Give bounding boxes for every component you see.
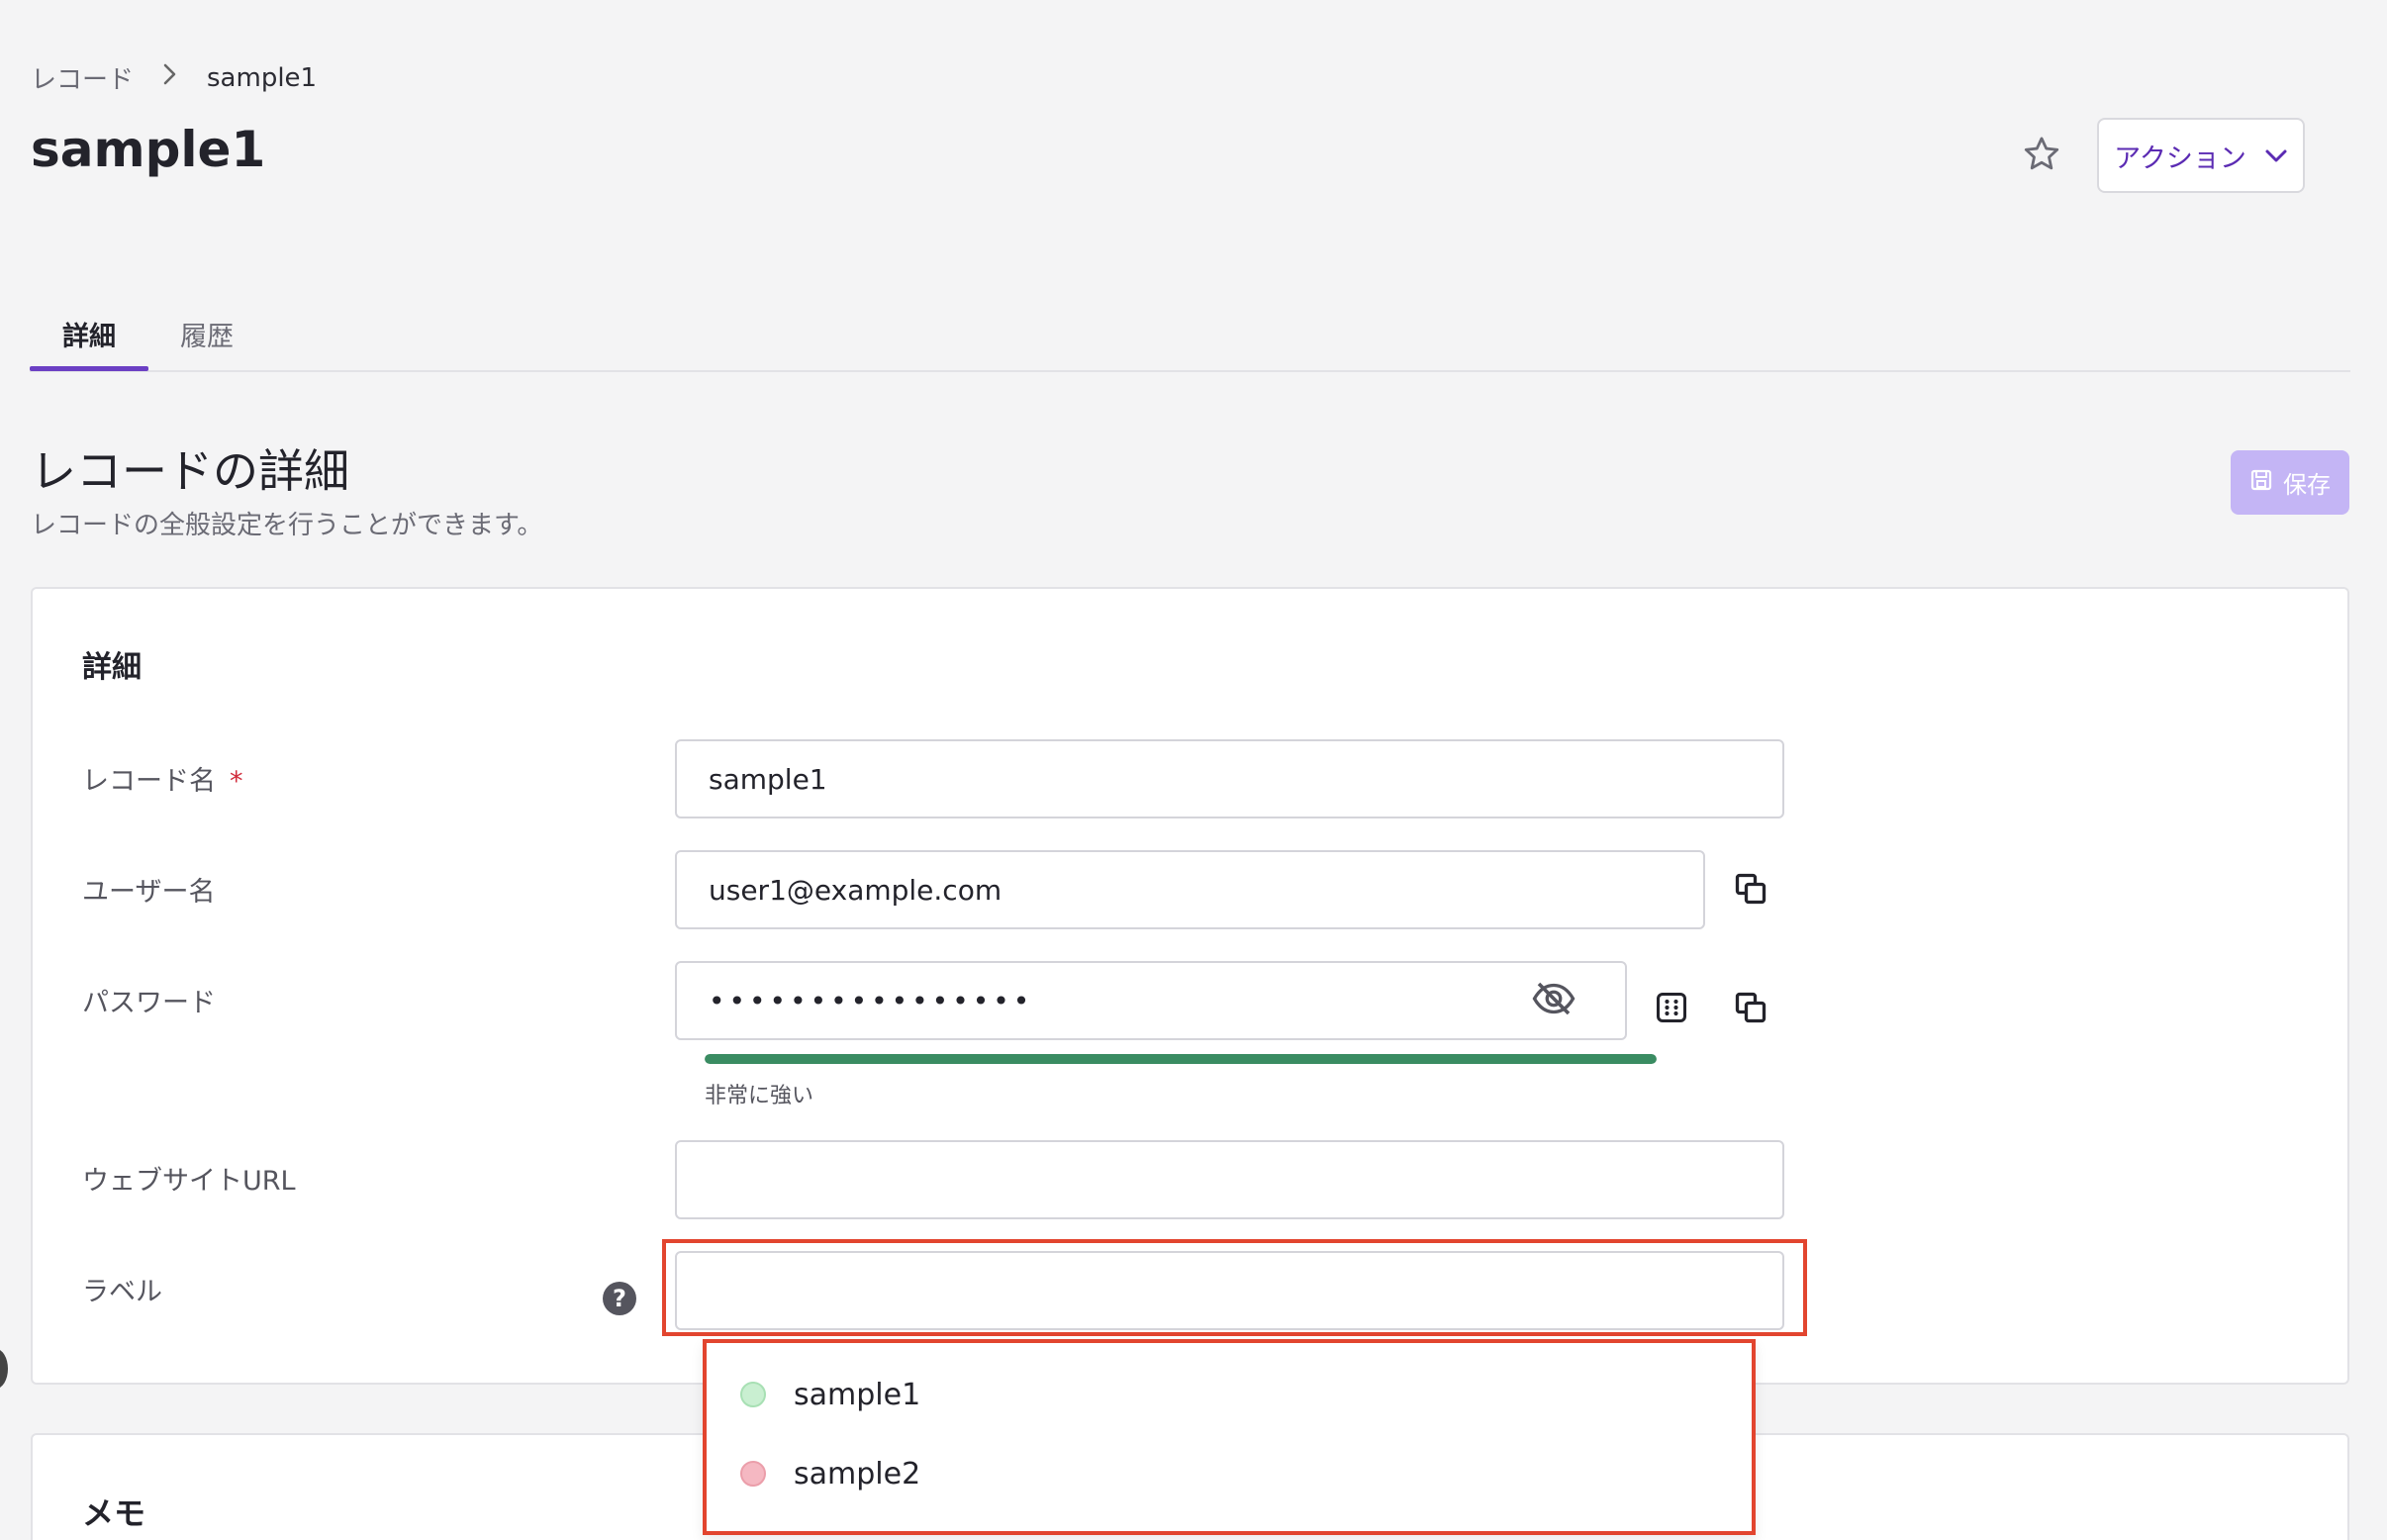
username-label: ユーザー名	[82, 877, 216, 908]
copy-icon	[1733, 871, 1768, 911]
tab-history[interactable]: 履歴	[180, 315, 234, 353]
website-url-label: ウェブサイトURL	[82, 1166, 296, 1197]
label-color-dot	[740, 1461, 766, 1487]
toggle-password-visibility-button[interactable]	[1528, 979, 1579, 1022]
action-menu-label: アクション	[2114, 143, 2246, 174]
copy-icon	[1733, 990, 1768, 1029]
label-color-dot	[740, 1382, 766, 1407]
generate-password-button[interactable]	[1650, 988, 1693, 1031]
label-dropdown-menu: sample1 sample2	[703, 1339, 1756, 1535]
record-name-label: レコード名 *	[82, 759, 243, 798]
dice-grid-icon	[1654, 990, 1689, 1029]
tab-details[interactable]: 詳細	[30, 315, 148, 371]
required-mark: *	[230, 766, 243, 797]
page-title: sample1	[31, 121, 266, 178]
save-button-label: 保存	[2283, 471, 2331, 499]
label-input-highlight	[662, 1239, 1807, 1336]
password-strength-fill	[705, 1054, 1657, 1064]
memo-card-heading: メモ	[82, 1494, 146, 1532]
section-description: レコードの全般設定を行うことができます。	[31, 511, 543, 540]
tab-bar: 詳細 履歴	[30, 297, 2350, 372]
website-url-input[interactable]	[675, 1140, 1784, 1219]
username-value: user1@example.com	[709, 873, 1003, 907]
copy-password-button[interactable]	[1729, 988, 1772, 1031]
action-menu-button[interactable]: アクション	[2097, 118, 2305, 193]
password-input[interactable]: ••••••••••••••••	[675, 961, 1627, 1040]
favorite-star-button[interactable]	[2019, 134, 2064, 179]
chevron-right-icon	[161, 62, 179, 93]
eye-off-icon	[1531, 981, 1576, 1020]
password-strength-bar	[705, 1054, 1657, 1064]
record-name-input[interactable]: sample1	[675, 739, 1784, 818]
copy-username-button[interactable]	[1729, 869, 1772, 913]
record-name-label-text: レコード名	[82, 766, 216, 797]
help-icon[interactable]: ?	[603, 1282, 636, 1315]
details-card-heading: 詳細	[82, 650, 142, 685]
page: レコード sample1 sample1 アクション 詳細 履歴 レコードの詳細…	[0, 0, 2387, 1540]
breadcrumb-current: sample1	[207, 62, 318, 93]
label-field-label: ラベル	[82, 1277, 162, 1307]
breadcrumb-parent-link[interactable]: レコード	[31, 59, 134, 96]
password-strength-text: 非常に強い	[705, 1084, 814, 1108]
section-title: レコードの詳細	[31, 444, 349, 498]
password-value: ••••••••••••••••	[709, 984, 1034, 1017]
star-icon	[2021, 134, 2062, 179]
scroll-handle[interactable]	[0, 1349, 8, 1389]
record-name-value: sample1	[709, 762, 827, 796]
breadcrumb: レコード sample1	[31, 59, 317, 96]
label-option-sample1[interactable]: sample1	[707, 1357, 1752, 1432]
label-option-text: sample1	[794, 1377, 921, 1412]
save-button[interactable]: 保存	[2231, 450, 2349, 515]
username-input[interactable]: user1@example.com	[675, 850, 1705, 929]
chevron-down-icon	[2264, 141, 2288, 171]
label-option-text: sample2	[794, 1456, 921, 1492]
save-icon	[2249, 468, 2273, 498]
password-label: パスワード	[82, 988, 216, 1018]
label-option-sample2[interactable]: sample2	[707, 1436, 1752, 1511]
